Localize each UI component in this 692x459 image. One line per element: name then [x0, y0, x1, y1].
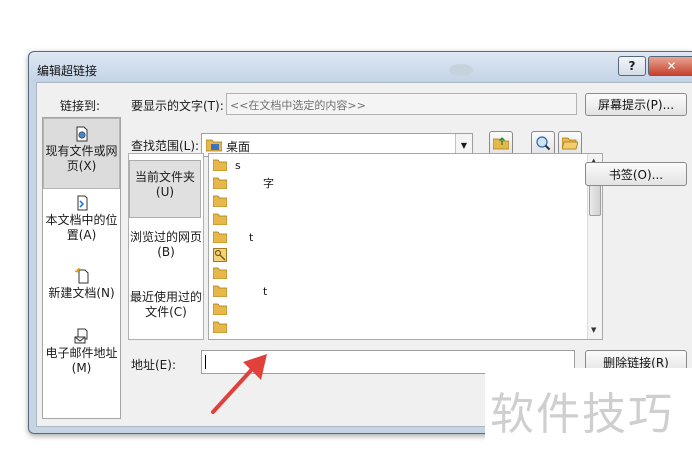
browse-web-button[interactable]	[531, 131, 555, 155]
address-label: 地址(E):	[131, 358, 176, 372]
list-item[interactable]: t	[213, 283, 267, 299]
open-folder-icon	[562, 137, 578, 150]
display-text-value: <<在文档中选定的内容>>	[230, 99, 366, 112]
existing-file-icon	[76, 126, 87, 142]
scroll-down-arrow-icon[interactable]: ▼	[591, 326, 596, 334]
list-item[interactable]: s	[213, 157, 241, 173]
list-item[interactable]	[213, 247, 235, 263]
link-to-new-document[interactable]: 新建文档(N)	[43, 268, 120, 301]
folder-icon	[213, 285, 227, 297]
folder-icon	[213, 195, 227, 207]
folder-icon	[213, 267, 227, 279]
folder-icon	[213, 213, 227, 225]
place-recent-files[interactable]: 最近使用过的文件(C)	[129, 290, 203, 320]
look-in-label: 查找范围(L):	[131, 139, 200, 153]
up-one-folder-button[interactable]	[489, 131, 513, 155]
new-document-icon	[74, 268, 88, 284]
folder-icon	[213, 321, 227, 333]
browse-file-button[interactable]	[558, 131, 582, 155]
watermark-text: 软件技巧	[490, 389, 674, 440]
list-item[interactable]	[213, 319, 235, 335]
link-to-existing-file-label: 现有文件或网页(X)	[45, 144, 118, 173]
file-name: s	[235, 158, 241, 172]
annotation-arrow	[211, 354, 267, 414]
places-bar: 当前文件夹(U) 浏览过的网页(B) 最近使用过的文件(C)	[128, 153, 204, 340]
folder-icon	[213, 231, 227, 243]
list-item[interactable]	[213, 211, 235, 227]
file-name: t	[263, 284, 268, 298]
screen-tip-button[interactable]: 屏幕提示(P)...	[585, 93, 687, 116]
display-text-input[interactable]: <<在文档中选定的内容>>	[226, 93, 577, 115]
list-item[interactable]	[213, 301, 235, 317]
file-name: 字	[263, 177, 274, 190]
desktop-icon	[206, 139, 222, 152]
file-list[interactable]: s 字 t t ▲ ▼	[208, 153, 603, 340]
link-to-label: 链接到:	[60, 99, 101, 113]
help-button[interactable]: ?	[618, 56, 646, 76]
titlebar-glare	[449, 64, 473, 76]
place-browsed-pages[interactable]: 浏览过的网页(B)	[129, 230, 203, 260]
folder-icon	[213, 303, 227, 315]
link-to-email-address-label: 电子邮件地址(M)	[45, 346, 118, 375]
place-in-document-icon	[77, 195, 87, 211]
link-to-sidebar: 现有文件或网页(X) 本文档中的位置(A) 新建文档(N) 电子邮件地址(M)	[42, 117, 121, 419]
folder-icon	[213, 159, 227, 171]
chevron-down-icon: ▼	[460, 140, 468, 150]
link-to-existing-file[interactable]: 现有文件或网页(X)	[43, 118, 120, 189]
file-name: t	[249, 230, 254, 244]
list-item[interactable]: t	[213, 229, 253, 245]
link-to-email-address[interactable]: 电子邮件地址(M)	[43, 328, 120, 376]
dialog-title: 编辑超链接	[37, 64, 98, 78]
close-button[interactable]: ✕	[648, 56, 692, 76]
list-item[interactable]	[213, 193, 235, 209]
bookmark-button[interactable]: 书签(O)...	[585, 162, 687, 186]
link-to-place-in-document[interactable]: 本文档中的位置(A)	[43, 195, 120, 243]
folder-icon	[213, 177, 227, 189]
display-text-label: 要显示的文字(T):	[131, 99, 224, 113]
title-bar[interactable]: 编辑超链接 ? ✕	[29, 52, 692, 82]
browse-web-icon	[536, 136, 551, 151]
list-item[interactable]: 字	[213, 175, 274, 191]
link-to-place-in-document-label: 本文档中的位置(A)	[45, 213, 118, 242]
shortcut-icon	[213, 248, 227, 262]
list-item[interactable]	[213, 265, 235, 281]
link-to-new-document-label: 新建文档(N)	[48, 286, 115, 300]
folder-up-icon	[493, 137, 509, 150]
place-current-folder[interactable]: 当前文件夹(U)	[129, 160, 201, 218]
email-address-icon	[74, 328, 87, 344]
